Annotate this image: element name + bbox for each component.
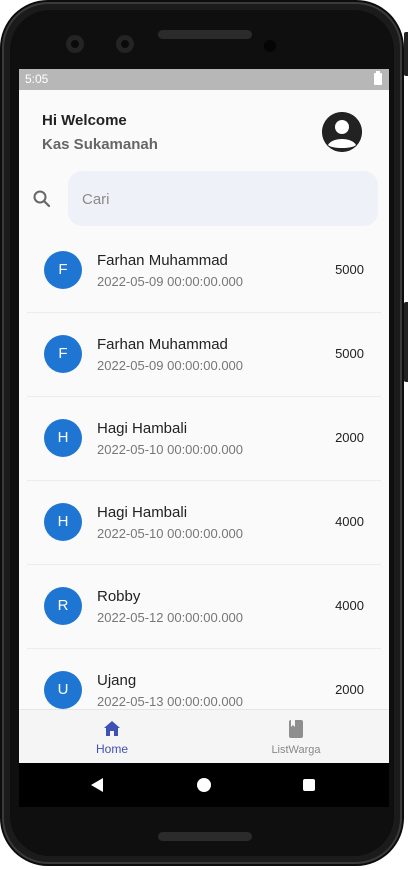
transaction-amount: 4000 [335, 514, 364, 529]
transaction-amount: 5000 [335, 346, 364, 361]
transaction-amount: 4000 [335, 598, 364, 613]
member-name: Robby [97, 588, 141, 605]
initial-avatar: U [44, 671, 82, 709]
battery-icon [374, 71, 382, 85]
transaction-date: 2022-05-10 00:00:00.000 [97, 442, 244, 457]
transaction-date: 2022-05-13 00:00:00.000 [97, 694, 244, 709]
list-item[interactable]: F Farhan Muhammad 2022-05-09 00:00:00.00… [27, 313, 381, 397]
member-name: Farhan Muhammad [97, 336, 228, 353]
search-input[interactable] [80, 171, 364, 228]
transaction-amount: 2000 [335, 430, 364, 445]
search-field[interactable] [68, 171, 378, 228]
back-icon[interactable] [90, 777, 104, 793]
initial-avatar: F [44, 335, 82, 373]
member-name: Ujang [97, 672, 137, 689]
search-icon[interactable] [32, 189, 52, 209]
initial-avatar: H [44, 419, 82, 457]
initial-avatar: H [44, 503, 82, 541]
transaction-amount: 2000 [335, 682, 364, 697]
greeting-title: Hi Welcome [42, 112, 127, 129]
list-item[interactable]: F Farhan Muhammad 2022-05-09 00:00:00.00… [27, 229, 381, 313]
app-screen: 5:05 Hi Welcome Kas Sukamanah F Farhan M… [19, 69, 389, 763]
proximity-sensor [264, 40, 276, 52]
status-time: 5:05 [25, 72, 49, 86]
earpiece-speaker [158, 30, 252, 39]
initial-avatar: R [44, 587, 82, 625]
nav-listwarga-tab[interactable]: ListWarga [221, 710, 371, 763]
transaction-amount: 5000 [335, 262, 364, 277]
power-button [404, 32, 408, 76]
bottom-speaker [158, 832, 252, 841]
nav-home-label: Home [95, 742, 128, 756]
list-item[interactable]: H Hagi Hambali 2022-05-10 00:00:00.000 2… [27, 397, 381, 481]
status-bar: 5:05 [19, 69, 389, 90]
transaction-list[interactable]: F Farhan Muhammad 2022-05-09 00:00:00.00… [27, 229, 381, 733]
member-name: Hagi Hambali [97, 420, 188, 437]
initial-avatar: F [44, 251, 82, 289]
front-camera-2 [116, 35, 134, 53]
volume-button [404, 302, 408, 382]
home-circle-icon[interactable] [197, 778, 211, 792]
greeting-subtitle: Kas Sukamanah [42, 136, 158, 153]
nav-listwarga-label: ListWarga [271, 744, 321, 756]
transaction-date: 2022-05-09 00:00:00.000 [97, 274, 244, 289]
transaction-date: 2022-05-10 00:00:00.000 [97, 526, 244, 541]
transaction-date: 2022-05-09 00:00:00.000 [97, 358, 244, 373]
book-icon [286, 719, 306, 739]
nav-home-tab[interactable]: Home [37, 710, 187, 763]
member-name: Farhan Muhammad [97, 252, 228, 269]
home-icon [102, 719, 122, 739]
list-item[interactable]: H Hagi Hambali 2022-05-10 00:00:00.000 4… [27, 481, 381, 565]
system-navigation-bar [19, 763, 389, 807]
list-item[interactable]: R Robby 2022-05-12 00:00:00.000 4000 [27, 565, 381, 649]
transaction-date: 2022-05-12 00:00:00.000 [97, 610, 244, 625]
bottom-navigation: Home ListWarga [19, 709, 389, 763]
recents-square-icon[interactable] [303, 779, 315, 791]
member-name: Hagi Hambali [97, 504, 188, 521]
front-camera [66, 35, 84, 53]
account-circle-icon[interactable] [322, 112, 362, 152]
